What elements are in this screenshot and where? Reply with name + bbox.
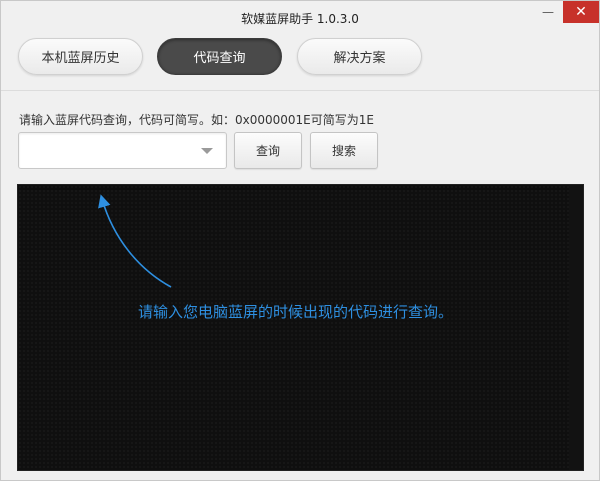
title-bar: 软媒蓝屏助手 1.0.3.0 — ✕ [1, 1, 599, 35]
tab-local-bsod-history[interactable]: 本机蓝屏历史 [18, 38, 143, 75]
code-input[interactable] [25, 141, 195, 161]
tab-solutions[interactable]: 解决方案 [297, 38, 422, 75]
window-title: 软媒蓝屏助手 1.0.3.0 [241, 12, 359, 26]
close-icon: ✕ [575, 4, 587, 20]
code-combobox[interactable] [18, 132, 227, 169]
tab-code-query[interactable]: 代码查询 [157, 38, 282, 75]
tab-divider [1, 90, 599, 91]
minimize-icon: — [542, 5, 554, 19]
curved-arrow-icon [98, 194, 172, 288]
tab-label: 代码查询 [193, 51, 246, 66]
close-button[interactable]: ✕ [563, 1, 599, 23]
result-message: 请输入您电脑蓝屏的时候出现的代码进行查询。 [138, 303, 454, 321]
panel-scroll-strip [569, 185, 583, 470]
app-window: 软媒蓝屏助手 1.0.3.0 — ✕ 本机蓝屏历史 代码查询 解决方案 请输入蓝… [0, 0, 600, 481]
tab-label: 本机蓝屏历史 [41, 51, 120, 66]
search-button[interactable]: 搜索 [310, 132, 378, 169]
tab-label: 解决方案 [333, 51, 386, 66]
result-panel: 请输入您电脑蓝屏的时候出现的代码进行查询。 [17, 184, 584, 471]
minimize-button[interactable]: — [534, 1, 562, 23]
query-hint: 请输入蓝屏代码查询，代码可简写。如：0x0000001E可简写为1E [19, 113, 374, 127]
chevron-down-icon[interactable] [201, 148, 213, 154]
query-button[interactable]: 查询 [234, 132, 302, 169]
